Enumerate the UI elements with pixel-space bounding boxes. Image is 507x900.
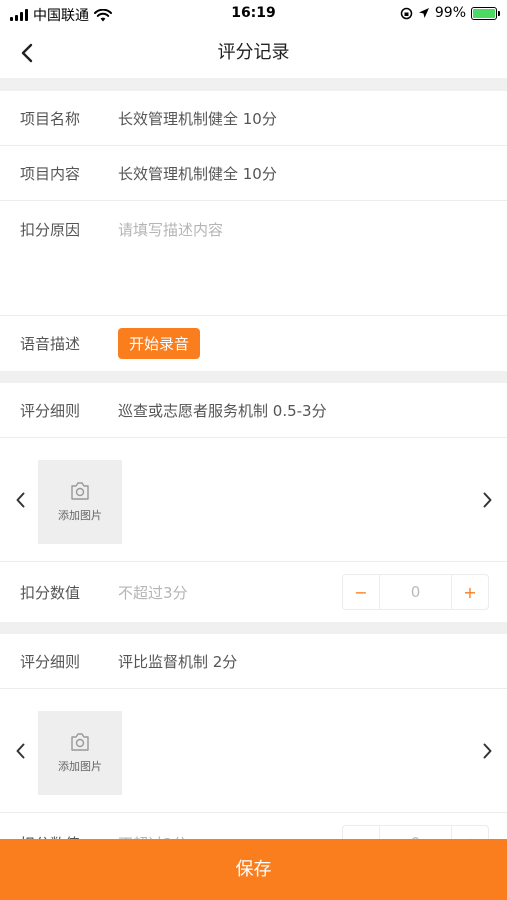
project-name-value: 长效管理机制健全 10分 <box>118 109 277 128</box>
scoring-rule-row: 评分细则 巡查或志愿者服务机制 0.5-3分 <box>0 383 507 438</box>
image-carousel: 添加图片 <box>0 689 507 813</box>
start-recording-button[interactable]: 开始录音 <box>118 328 201 359</box>
camera-icon <box>71 733 89 751</box>
chevron-right-icon <box>483 743 491 758</box>
quantity-stepper: − 0 + <box>342 574 489 610</box>
scoring-rule-value: 巡查或志愿者服务机制 0.5-3分 <box>118 401 327 420</box>
carousel-next-button[interactable] <box>477 488 497 512</box>
deduction-reason-label: 扣分原因 <box>20 221 81 239</box>
project-content-value: 长效管理机制健全 10分 <box>118 164 277 183</box>
project-content-label: 项目内容 <box>20 164 81 183</box>
back-button[interactable] <box>14 40 40 66</box>
scoring-rule-label: 评分细则 <box>20 652 81 671</box>
section-divider <box>0 78 507 91</box>
project-name-label: 项目名称 <box>20 109 81 128</box>
add-image-button[interactable]: 添加图片 <box>38 711 122 795</box>
status-right: 99% <box>400 5 500 21</box>
location-icon <box>418 8 429 18</box>
scoring-rule-label: 评分细则 <box>20 401 81 420</box>
voice-description-label: 语音描述 <box>20 335 81 353</box>
add-image-label: 添加图片 <box>58 760 102 773</box>
save-button[interactable]: 保存 <box>0 839 507 900</box>
battery-fill <box>473 8 495 18</box>
carousel-next-button[interactable] <box>477 739 497 763</box>
chevron-left-icon <box>16 492 24 507</box>
decrement-button[interactable]: − <box>343 575 379 609</box>
battery-percent: 99% <box>434 5 466 21</box>
deduction-reason-row: 扣分原因 <box>0 201 507 316</box>
chevron-right-icon <box>483 492 491 507</box>
deduction-limit-hint: 不超过3分 <box>118 583 188 602</box>
chevron-left-icon <box>16 743 24 758</box>
scoring-rule-value: 评比监督机制 2分 <box>118 652 238 671</box>
deduction-value-row: 扣分数值 不超过3分 − 0 + <box>0 562 507 622</box>
carousel-prev-button[interactable] <box>10 488 30 512</box>
project-content-row: 项目内容 长效管理机制健全 10分 <box>0 146 507 201</box>
carousel-prev-button[interactable] <box>10 739 30 763</box>
project-name-row: 项目名称 长效管理机制健全 10分 <box>0 91 507 146</box>
chevron-left-icon <box>21 43 33 63</box>
section-divider <box>0 371 507 383</box>
page-title: 评分记录 <box>217 42 290 63</box>
increment-button[interactable]: + <box>452 575 488 609</box>
section-divider <box>0 622 507 634</box>
deduction-value-label: 扣分数值 <box>20 583 81 602</box>
battery-icon <box>471 6 500 20</box>
nav-bar: 评分记录 <box>0 28 507 78</box>
orientation-lock-icon <box>400 7 413 19</box>
deduction-value-input[interactable]: 0 <box>379 575 452 609</box>
deduction-reason-input[interactable] <box>118 219 478 299</box>
image-carousel: 添加图片 <box>0 438 507 562</box>
camera-icon <box>71 482 89 500</box>
voice-description-row: 语音描述 开始录音 <box>0 316 507 371</box>
add-image-button[interactable]: 添加图片 <box>38 460 122 544</box>
add-image-label: 添加图片 <box>58 509 102 522</box>
status-bar: 中国联通 16:19 99% <box>0 0 507 28</box>
scoring-rule-row: 评分细则 评比监督机制 2分 <box>0 634 507 689</box>
